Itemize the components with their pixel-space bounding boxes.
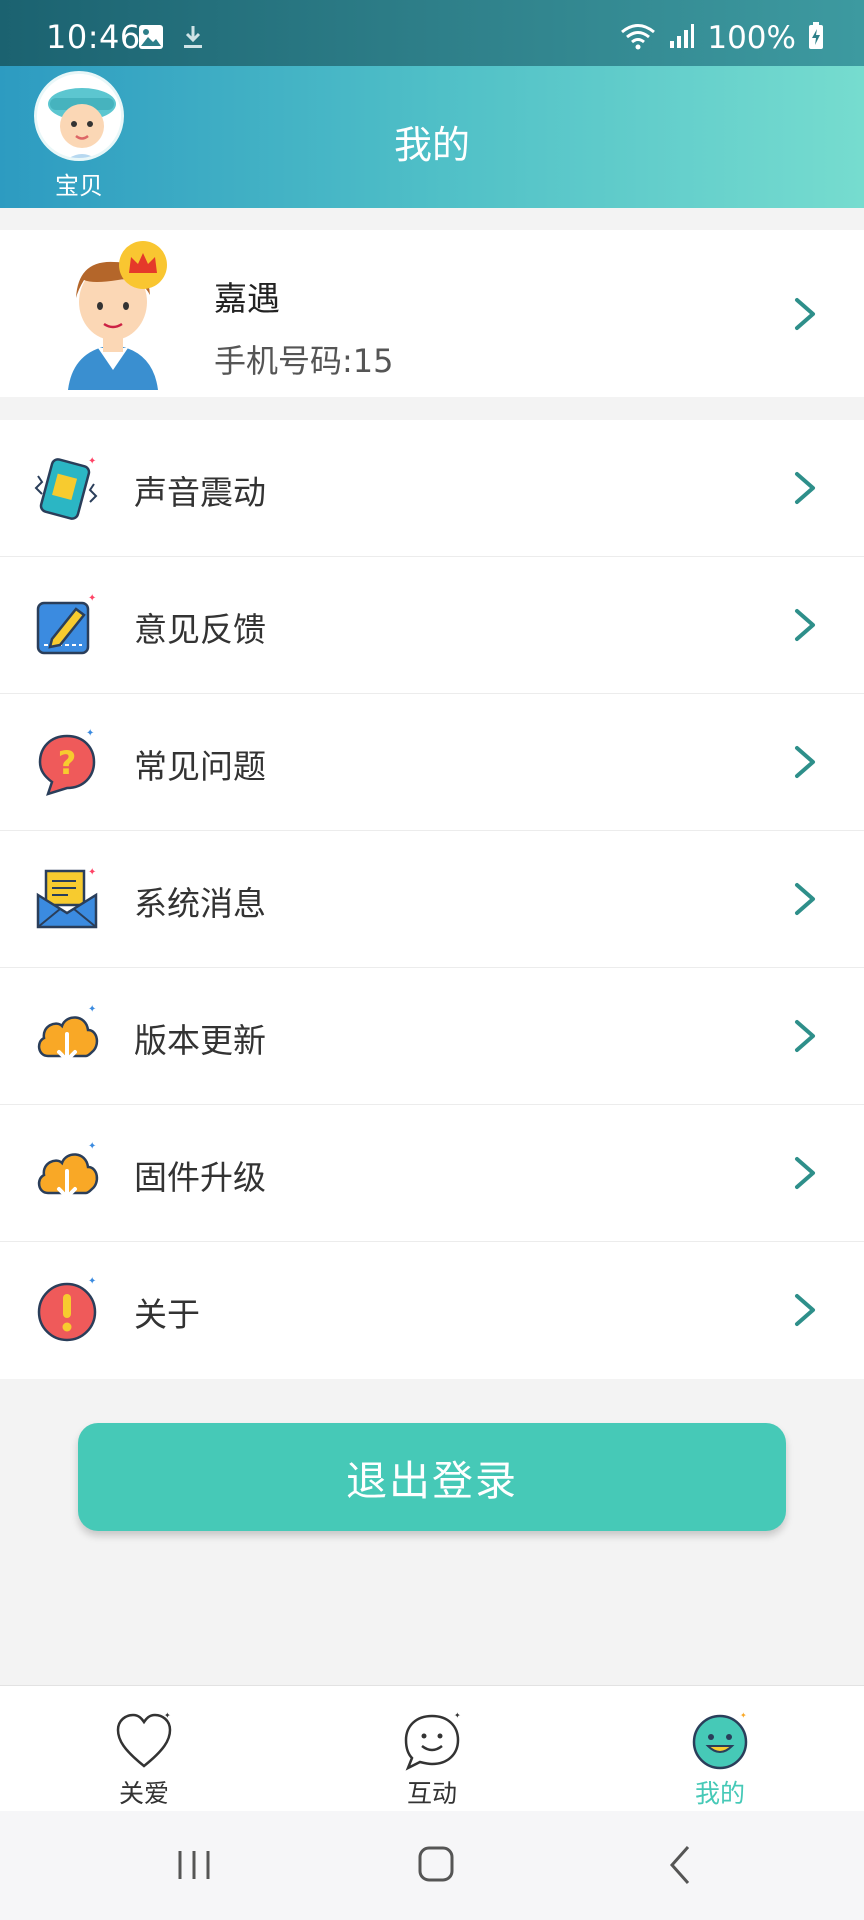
tab-label: 关爱: [118, 1779, 169, 1808]
cloud-download-icon: ✦: [37, 1004, 99, 1063]
tab-interact[interactable]: ✦ 互动: [332, 1686, 532, 1812]
chevron-right-icon: [795, 1020, 815, 1052]
wifi-icon: [619, 21, 657, 55]
back-icon: [669, 1846, 690, 1884]
menu-list: ✦ 声音震动 ✦ 意见反馈 ? ✦ 常见问题 ✦ 系统消息 ✦ 版本更新 ✦ 固…: [0, 420, 864, 1379]
page-title: 我的: [393, 123, 470, 167]
status-left-icons: [138, 24, 204, 54]
bottom-tab-bar: ✦ 关爱 ✦ 互动 ✦ 我的: [0, 1685, 864, 1811]
svg-text:✦: ✦: [88, 1141, 96, 1152]
menu-item-label: 版本更新: [134, 1021, 266, 1060]
status-bar: 10:46 100%: [0, 0, 864, 66]
phone-vibrate-icon: ✦: [34, 456, 98, 520]
image-icon: [138, 24, 164, 54]
logout-button[interactable]: 退出登录: [78, 1423, 786, 1531]
recent-apps-icon: [178, 1851, 210, 1879]
svg-text:✦: ✦: [454, 1711, 461, 1720]
svg-text:✦: ✦: [88, 456, 96, 467]
chevron-right-icon: [795, 746, 815, 778]
svg-text:✦: ✦: [88, 593, 96, 604]
svg-text:✦: ✦: [88, 867, 96, 878]
mail-envelope-icon: ✦: [36, 867, 98, 929]
menu-item-label: 固件升级: [134, 1158, 266, 1197]
battery-percent: 100%: [707, 20, 796, 56]
profile-card[interactable]: 嘉遇 手机号码:15: [0, 230, 864, 397]
recent-apps-button[interactable]: [154, 1835, 234, 1895]
signal-icon: [669, 23, 695, 53]
chevron-right-icon: [795, 472, 815, 504]
menu-item-sound-vibration[interactable]: ✦ 声音震动: [0, 420, 864, 557]
system-nav-bar: [0, 1811, 864, 1920]
tab-care[interactable]: ✦ 关爱: [44, 1686, 244, 1812]
svg-text:✦: ✦: [164, 1711, 171, 1720]
menu-item-label: 声音震动: [134, 473, 266, 512]
chevron-right-icon: [795, 1294, 815, 1326]
menu-item-label: 常见问题: [134, 747, 266, 786]
tab-mine[interactable]: ✦ 我的: [620, 1686, 820, 1812]
profile-name: 嘉遇: [214, 279, 280, 318]
status-time: 10:46: [46, 18, 141, 56]
exclamation-bubble-icon: ✦: [37, 1276, 96, 1342]
svg-text:✦: ✦: [740, 1711, 747, 1720]
chevron-right-icon: [795, 609, 815, 641]
tab-label: 互动: [406, 1779, 457, 1808]
svg-text:✦: ✦: [88, 1004, 96, 1015]
menu-item-label: 关于: [134, 1295, 200, 1334]
chevron-right-icon: [795, 883, 815, 915]
menu-item-label: 系统消息: [134, 884, 266, 923]
question-bubble-icon: ? ✦: [38, 728, 96, 796]
menu-item-about[interactable]: ✦ 关于: [0, 1242, 864, 1379]
cloud-download-icon: ✦: [37, 1141, 99, 1200]
tab-label: 我的: [694, 1779, 745, 1808]
baby-label: 宝贝: [55, 172, 103, 200]
chevron-right-icon: [795, 298, 815, 330]
profile-phone: 手机号码:15: [214, 342, 394, 380]
menu-item-version-update[interactable]: ✦ 版本更新: [0, 968, 864, 1105]
menu-item-label: 意见反馈: [134, 610, 266, 649]
smiley-face-icon: ✦: [692, 1711, 748, 1770]
download-icon: [182, 24, 204, 54]
menu-item-faq[interactable]: ? ✦ 常见问题: [0, 694, 864, 831]
menu-item-firmware-upgrade[interactable]: ✦ 固件升级: [0, 1105, 864, 1242]
menu-item-feedback[interactable]: ✦ 意见反馈: [0, 557, 864, 694]
menu-item-system-messages[interactable]: ✦ 系统消息: [0, 831, 864, 968]
svg-text:?: ?: [58, 744, 77, 782]
chevron-right-icon: [795, 1157, 815, 1189]
heart-icon: ✦: [116, 1711, 172, 1768]
feedback-pencil-icon: ✦: [36, 593, 96, 655]
battery-charging-icon: [808, 22, 824, 54]
chat-smile-icon: ✦: [404, 1711, 461, 1771]
home-button[interactable]: [396, 1835, 476, 1895]
status-right: 100%: [619, 20, 824, 56]
svg-text:✦: ✦: [88, 1276, 96, 1287]
crown-badge-icon: [119, 241, 167, 289]
back-button[interactable]: [640, 1835, 720, 1895]
home-icon: [418, 1846, 454, 1882]
app-header: 宝贝 我的: [0, 66, 864, 208]
svg-text:✦: ✦: [86, 728, 94, 739]
